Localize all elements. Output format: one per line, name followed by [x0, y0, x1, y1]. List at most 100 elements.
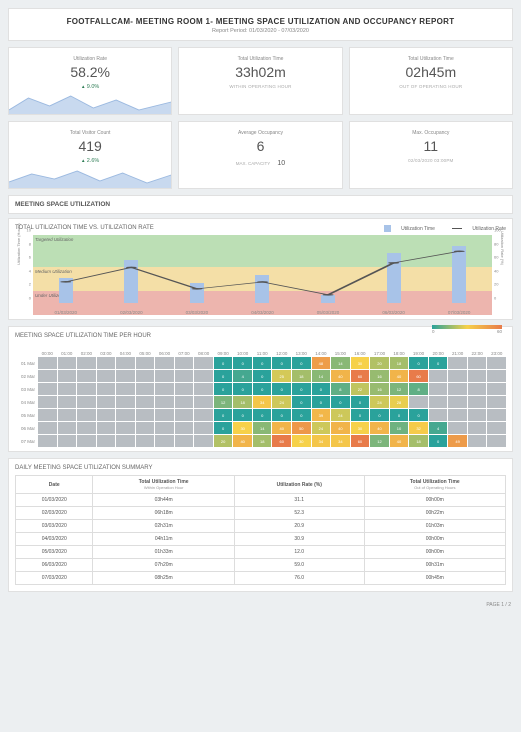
- heat-cell: [116, 409, 135, 421]
- heat-cell: 0: [214, 409, 233, 421]
- heat-cell: 40: [233, 435, 252, 447]
- heat-cell: [175, 409, 194, 421]
- heat-cell: [194, 435, 213, 447]
- kpi-util-time-in: Total Utilization Time 33h02m WITHIN OPE…: [178, 47, 342, 115]
- heat-cell: 0: [214, 383, 233, 395]
- heat-cell: 32: [409, 422, 428, 434]
- table-cell: 31.1: [234, 494, 364, 507]
- heat-cell: 0: [233, 383, 252, 395]
- heat-cell: [155, 383, 174, 395]
- table-cell: 52.3: [234, 507, 364, 520]
- report-period: Report Period: 01/03/2020 - 07/03/2020: [9, 28, 512, 34]
- heat-row-header: 03 Mar: [15, 387, 37, 392]
- heat-cell: 24: [272, 396, 291, 408]
- heat-cell: [468, 409, 487, 421]
- report-header: FOOTFALLCAM- MEETING ROOM 1- MEETING SPA…: [8, 8, 513, 41]
- heat-hour-header: 11:00: [253, 351, 272, 356]
- table-row: 07/03/202008h25m76.000h45m: [16, 572, 506, 585]
- heat-row-header: 01 Mar: [15, 361, 37, 366]
- heat-cell: 49: [448, 435, 467, 447]
- heat-cell: [38, 396, 57, 408]
- heat-cell: 12: [214, 396, 233, 408]
- heat-cell: [116, 422, 135, 434]
- heat-hour-header: 13:00: [292, 351, 311, 356]
- heat-cell: 8: [331, 383, 350, 395]
- heatmap-legend: 060: [432, 325, 502, 334]
- heat-cell: 0: [292, 357, 311, 369]
- kpi-visitor-count: Total Visitor Count 419 2.6%: [8, 121, 172, 189]
- heat-cell: [175, 357, 194, 369]
- heat-cell: [58, 357, 77, 369]
- heat-cell: [487, 357, 506, 369]
- heat-cell: 18: [292, 370, 311, 382]
- heat-hour-header: 02:00: [77, 351, 96, 356]
- x-tick: 06/03/2020: [382, 310, 405, 315]
- th-time: Total Utilization TimeWithin Operation H…: [93, 476, 234, 494]
- heat-cell: 30: [292, 435, 311, 447]
- table-cell: 07h20m: [93, 559, 234, 572]
- heat-hour-header: 15:00: [331, 351, 350, 356]
- table-cell: 30.9: [234, 533, 364, 546]
- heat-cell: 40: [390, 435, 409, 447]
- heat-cell: 25: [272, 370, 291, 382]
- table-cell: 00h31m: [364, 559, 505, 572]
- heat-cell: 0: [272, 357, 291, 369]
- heat-cell: [136, 422, 155, 434]
- kpi-grid: Utilization Rate 58.2% 9.0% Total Utiliz…: [8, 47, 513, 189]
- heat-cell: [136, 383, 155, 395]
- heat-cell: 34: [312, 435, 331, 447]
- heat-cell: [38, 435, 57, 447]
- heat-cell: [468, 370, 487, 382]
- th-rate: Utilization Rate (%): [234, 476, 364, 494]
- heat-hour-header: 01:00: [58, 351, 77, 356]
- heat-cell: 60: [351, 370, 370, 382]
- heat-cell: 40: [331, 422, 350, 434]
- heat-cell: 0: [292, 383, 311, 395]
- heat-cell: [175, 422, 194, 434]
- chart-heatmap: 060 MEETING SPACE UTILIZATION TIME PER H…: [8, 326, 513, 452]
- heat-cell: [429, 383, 448, 395]
- x-axis-labels: 01/03/202002/03/202003/03/202004/03/2020…: [33, 310, 492, 315]
- kpi-label: Total Utilization Time: [183, 56, 337, 62]
- heat-cell: 0: [272, 383, 291, 395]
- heat-hour-header: 22:00: [468, 351, 487, 356]
- heat-cell: 12: [370, 435, 389, 447]
- heat-cell: [448, 409, 467, 421]
- heat-hour-header: 06:00: [155, 351, 174, 356]
- daily-summary-table-card: DAILY MEETING SPACE UTILIZATION SUMMARY …: [8, 458, 513, 592]
- kpi-label: Average Occupancy: [183, 130, 337, 136]
- table-cell: 04h11m: [93, 533, 234, 546]
- heat-cell: 10: [390, 422, 409, 434]
- heat-cell: [448, 357, 467, 369]
- heat-cell: 39: [312, 409, 331, 421]
- heat-cell: [77, 383, 96, 395]
- heat-cell: 0: [214, 357, 233, 369]
- heat-cell: 20: [370, 357, 389, 369]
- heat-cell: 0: [370, 409, 389, 421]
- heat-cell: [58, 409, 77, 421]
- capacity-value: 10: [277, 160, 285, 167]
- table-cell: 00h45m: [364, 572, 505, 585]
- heat-cell: [38, 383, 57, 395]
- heat-cell: 14: [253, 422, 272, 434]
- heat-cell: [468, 422, 487, 434]
- heat-cell: 0: [351, 409, 370, 421]
- th-out: Total Utilization TimeOut of Operating H…: [364, 476, 505, 494]
- heat-cell: 0: [351, 396, 370, 408]
- heat-cell: [487, 370, 506, 382]
- heat-cell: [448, 396, 467, 408]
- table-cell: 07/03/2020: [16, 572, 93, 585]
- heat-cell: [77, 409, 96, 421]
- heat-cell: [58, 422, 77, 434]
- heat-cell: 22: [351, 383, 370, 395]
- kpi-value: 419: [13, 138, 167, 154]
- x-tick: 04/03/2020: [251, 310, 274, 315]
- table-cell: 02h31m: [93, 520, 234, 533]
- heat-cell: [155, 409, 174, 421]
- kpi-avg-occupancy: Average Occupancy 6 MAX. CAPACITY 10: [178, 121, 342, 189]
- heat-cell: 40: [370, 422, 389, 434]
- bar-chart: Utilization Time (Hours) Utilization Rat…: [15, 235, 506, 315]
- heat-cell: 18: [233, 396, 252, 408]
- heat-cell: [97, 409, 116, 421]
- report-title: FOOTFALLCAM- MEETING ROOM 1- MEETING SPA…: [9, 17, 512, 26]
